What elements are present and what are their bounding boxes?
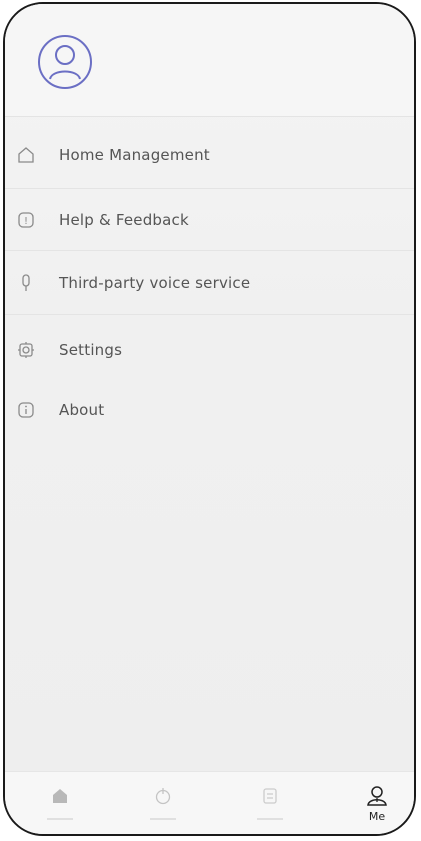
help-icon: !	[17, 211, 35, 229]
tab-scene[interactable]	[240, 772, 300, 834]
menu-item-settings[interactable]: Settings	[5, 327, 414, 373]
menu-item-help-feedback[interactable]: ! Help & Feedback	[5, 197, 414, 243]
info-icon	[17, 401, 35, 419]
menu-item-label: Home Management	[59, 146, 210, 164]
bottom-tab-bar: Me	[5, 771, 414, 834]
divider	[5, 188, 414, 189]
home-tab-icon	[48, 784, 72, 808]
gear-icon	[17, 341, 35, 359]
timer-tab-icon	[151, 784, 175, 808]
tab-underline	[150, 818, 176, 820]
profile-header	[5, 4, 414, 116]
divider	[5, 250, 414, 251]
tab-home[interactable]	[30, 772, 90, 834]
divider	[5, 314, 414, 315]
menu-item-label: Help & Feedback	[59, 211, 189, 229]
tab-timer[interactable]	[133, 772, 193, 834]
user-avatar-icon[interactable]	[35, 32, 95, 92]
microphone-icon	[17, 274, 35, 292]
tab-underline	[47, 818, 73, 820]
menu-item-home-management[interactable]: Home Management	[5, 132, 414, 178]
menu-item-about[interactable]: About	[5, 387, 414, 433]
svg-text:!: !	[24, 216, 28, 227]
divider	[5, 116, 414, 117]
me-tab-icon	[365, 784, 389, 808]
menu-item-label: About	[59, 401, 105, 419]
phone-frame: Home Management ! Help & Feedback Third-…	[3, 2, 416, 836]
menu-item-label: Settings	[59, 341, 123, 359]
menu-item-voice-service[interactable]: Third-party voice service	[5, 260, 414, 306]
tab-me-label: Me	[368, 810, 386, 823]
tab-underline	[257, 818, 283, 820]
scene-tab-icon	[258, 784, 282, 808]
tab-me[interactable]: Me	[347, 772, 407, 834]
home-icon	[17, 146, 35, 164]
menu-item-label: Third-party voice service	[59, 274, 251, 292]
